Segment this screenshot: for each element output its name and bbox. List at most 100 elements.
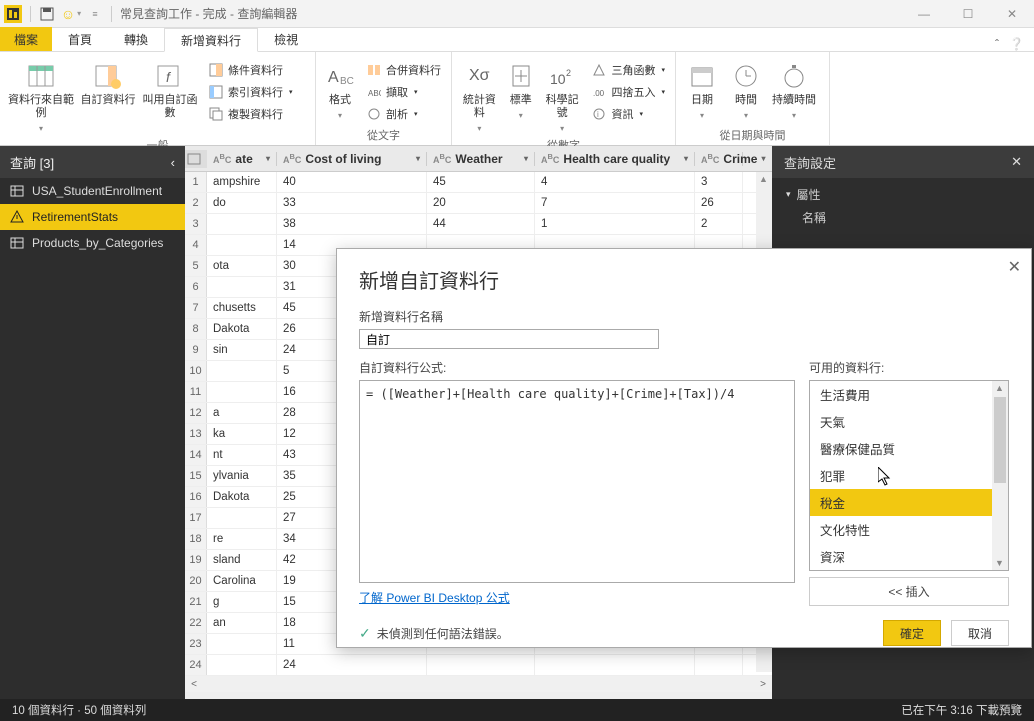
collapse-ribbon-icon[interactable]: ˆ (995, 37, 999, 51)
table-row[interactable]: 2424 (185, 655, 772, 676)
cell[interactable]: 38 (277, 214, 427, 234)
tab-home[interactable]: 首頁 (52, 27, 108, 51)
feedback-icon[interactable]: ☺▾ (59, 2, 83, 26)
expand-icon[interactable]: ▾ (786, 189, 791, 200)
available-column-item[interactable]: 文化特性 (810, 516, 1008, 543)
table-row[interactable]: 2do3320726 (185, 193, 772, 214)
rounding-button[interactable]: .00四捨五入▾ (587, 82, 669, 102)
cell[interactable]: sin (207, 340, 277, 360)
column-from-examples-button[interactable]: 資料行來自範例 ▾ (6, 56, 76, 135)
help-icon[interactable]: ❔ (1009, 37, 1024, 51)
cell[interactable]: sland (207, 550, 277, 570)
cell[interactable]: 45 (427, 172, 535, 192)
cell[interactable]: Dakota (207, 319, 277, 339)
cell[interactable]: 33 (277, 193, 427, 213)
cell[interactable]: ka (207, 424, 277, 444)
available-columns-list[interactable]: 生活費用天氣醫療保健品質犯罪稅金文化特性資深▲▼ (809, 380, 1009, 571)
available-column-item[interactable]: 稅金 (810, 489, 1008, 516)
duplicate-column-button[interactable]: 複製資料行 (204, 104, 297, 124)
query-item[interactable]: Products_by_Categories (0, 230, 185, 256)
close-button[interactable]: ✕ (990, 0, 1034, 28)
horizontal-scrollbar[interactable]: < > (185, 676, 772, 692)
cell[interactable]: re (207, 529, 277, 549)
column-name-input[interactable] (359, 329, 659, 349)
cell[interactable] (535, 655, 695, 675)
cell[interactable]: ylvania (207, 466, 277, 486)
standard-button[interactable]: 標準▾ (505, 56, 537, 122)
query-item[interactable]: RetirementStats (0, 204, 185, 230)
list-scrollbar[interactable]: ▲▼ (992, 381, 1008, 570)
cell[interactable]: ota (207, 256, 277, 276)
tab-view[interactable]: 檢視 (258, 27, 314, 51)
available-column-item[interactable]: 醫療保健品質 (810, 435, 1008, 462)
cell[interactable]: 3 (695, 172, 743, 192)
cell[interactable]: an (207, 613, 277, 633)
cell[interactable] (207, 634, 277, 654)
file-tab[interactable]: 檔案 (0, 27, 52, 51)
cell[interactable]: Carolina (207, 571, 277, 591)
date-button[interactable]: 日期▾ (682, 56, 722, 122)
learn-more-link[interactable]: 了解 Power BI Desktop 公式 (359, 589, 795, 606)
qat-customize-icon[interactable]: ≡ (83, 2, 107, 26)
cell[interactable]: chusetts (207, 298, 277, 318)
cancel-button[interactable]: 取消 (951, 620, 1009, 646)
parse-button[interactable]: 剖析▾ (362, 104, 445, 124)
cell[interactable]: a (207, 403, 277, 423)
formula-input[interactable]: = ([Weather]+[Health care quality]+[Crim… (359, 380, 795, 583)
cell[interactable] (695, 655, 743, 675)
ok-button[interactable]: 確定 (883, 620, 941, 646)
scientific-button[interactable]: 102 科學記號▾ (541, 56, 584, 135)
cell[interactable] (207, 361, 277, 381)
cell[interactable]: g (207, 592, 277, 612)
cell[interactable]: 2 (695, 214, 743, 234)
cell[interactable]: Dakota (207, 487, 277, 507)
column-header[interactable]: ABCCrime▾ (695, 152, 743, 166)
tab-transform[interactable]: 轉換 (108, 27, 164, 51)
maximize-button[interactable]: ☐ (946, 0, 990, 28)
minimize-button[interactable]: — (902, 0, 946, 28)
scroll-right-icon[interactable]: > (754, 679, 772, 690)
statistics-button[interactable]: Χσ 統計資料▾ (458, 56, 501, 135)
info-button[interactable]: i資訊▾ (587, 104, 669, 124)
time-button[interactable]: 時間▾ (726, 56, 766, 122)
cell[interactable] (207, 508, 277, 528)
cell[interactable]: 24 (277, 655, 427, 675)
available-column-item[interactable]: 資深 (810, 543, 1008, 570)
column-header[interactable]: ABCWeather▾ (427, 152, 535, 166)
cell[interactable]: 40 (277, 172, 427, 192)
save-icon[interactable] (35, 2, 59, 26)
available-column-item[interactable]: 犯罪 (810, 462, 1008, 489)
table-row[interactable]: 1ampshire404543 (185, 172, 772, 193)
cell[interactable] (207, 655, 277, 675)
cell[interactable] (427, 655, 535, 675)
insert-button[interactable]: << 插入 (809, 577, 1009, 606)
merge-columns-button[interactable]: 合併資料行 (362, 60, 445, 80)
filter-dropdown-icon[interactable]: ▾ (416, 154, 420, 163)
available-column-item[interactable]: 天氣 (810, 408, 1008, 435)
index-column-button[interactable]: 索引資料行▾ (204, 82, 297, 102)
duration-button[interactable]: 持續時間▾ (770, 56, 818, 122)
filter-dropdown-icon[interactable]: ▾ (524, 154, 528, 163)
filter-dropdown-icon[interactable]: ▾ (266, 154, 270, 163)
invoke-function-button[interactable]: f 叫用自訂函數 (140, 56, 200, 120)
column-header[interactable]: ABCCost of living▾ (277, 152, 427, 166)
close-settings-icon[interactable]: ✕ (1011, 154, 1022, 170)
cell[interactable] (207, 235, 277, 255)
collapse-left-icon[interactable]: ‹ (171, 155, 175, 170)
cell[interactable]: nt (207, 445, 277, 465)
trig-button[interactable]: 三角函數▾ (587, 60, 669, 80)
tab-add-column[interactable]: 新增資料行 (164, 28, 258, 52)
cell[interactable]: 4 (535, 172, 695, 192)
filter-dropdown-icon[interactable]: ▾ (761, 154, 765, 163)
format-button[interactable]: ABC 格式 ▾ (322, 56, 358, 122)
filter-dropdown-icon[interactable]: ▾ (684, 154, 688, 163)
extract-button[interactable]: ABC擷取▾ (362, 82, 445, 102)
query-item[interactable]: USA_StudentEnrollment (0, 178, 185, 204)
cell[interactable]: 7 (535, 193, 695, 213)
scroll-left-icon[interactable]: < (185, 679, 203, 690)
cell[interactable]: 1 (535, 214, 695, 234)
column-header[interactable]: ABCate▾ (207, 152, 277, 166)
dialog-close-icon[interactable]: ✕ (1008, 257, 1021, 277)
cell[interactable] (207, 277, 277, 297)
cell[interactable] (207, 382, 277, 402)
